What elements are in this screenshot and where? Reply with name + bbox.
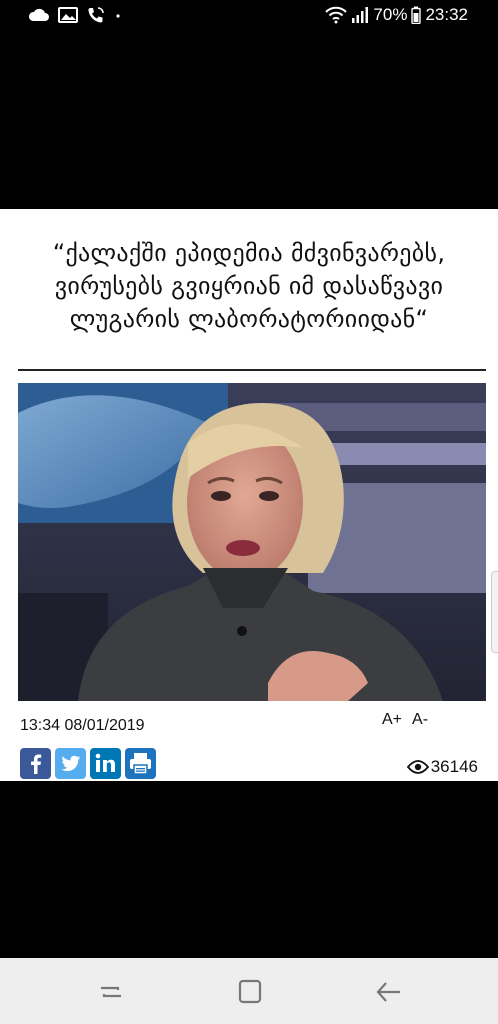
- share-buttons: [20, 748, 156, 779]
- battery-icon: [411, 6, 422, 24]
- article-photo-image: [18, 383, 486, 701]
- twitter-icon: [61, 755, 81, 772]
- article-photo[interactable]: [18, 383, 486, 701]
- view-counter: 36146: [406, 757, 478, 777]
- font-decrease-button[interactable]: A-: [412, 711, 428, 729]
- navigation-bar: [0, 958, 498, 1024]
- facebook-icon: [30, 754, 42, 774]
- article-headline: “ქალაქში ეპიდემია მძვინვარებს, ვირუსებს …: [52, 239, 446, 333]
- cloud-icon: [28, 8, 49, 21]
- recent-apps-icon[interactable]: [96, 978, 126, 1006]
- linkedin-share-button[interactable]: [90, 748, 121, 779]
- clock: 23:32: [425, 5, 468, 24]
- print-button[interactable]: [125, 748, 156, 779]
- status-bar: 70% 23:32: [0, 0, 498, 34]
- signal-icon: [352, 7, 369, 23]
- linkedin-icon: [95, 753, 115, 772]
- font-size-controls: A+ A-: [382, 711, 428, 729]
- printer-icon: [130, 753, 151, 775]
- wifi-icon: [325, 6, 348, 24]
- gallery-icon: [58, 7, 78, 23]
- home-icon[interactable]: [235, 978, 265, 1006]
- battery-percent: 70%: [373, 5, 408, 24]
- article-datetime: 13:34 08/01/2019: [20, 717, 145, 734]
- edge-panel-handle[interactable]: [491, 571, 498, 653]
- phone-call-icon: [88, 7, 104, 23]
- facebook-share-button[interactable]: [20, 748, 51, 779]
- dot-icon: [116, 14, 120, 18]
- system-status: 70% 23:32: [325, 5, 468, 25]
- eye-icon: [406, 760, 429, 774]
- back-icon[interactable]: [374, 978, 404, 1006]
- headline-divider: [18, 369, 486, 371]
- notification-icons: [28, 6, 122, 24]
- article-card: “ქალაქში ეპიდემია მძვინვარებს, ვირუსებს …: [0, 209, 498, 781]
- view-count: 36146: [430, 757, 478, 776]
- font-increase-button[interactable]: A+: [382, 711, 402, 729]
- twitter-share-button[interactable]: [55, 748, 86, 779]
